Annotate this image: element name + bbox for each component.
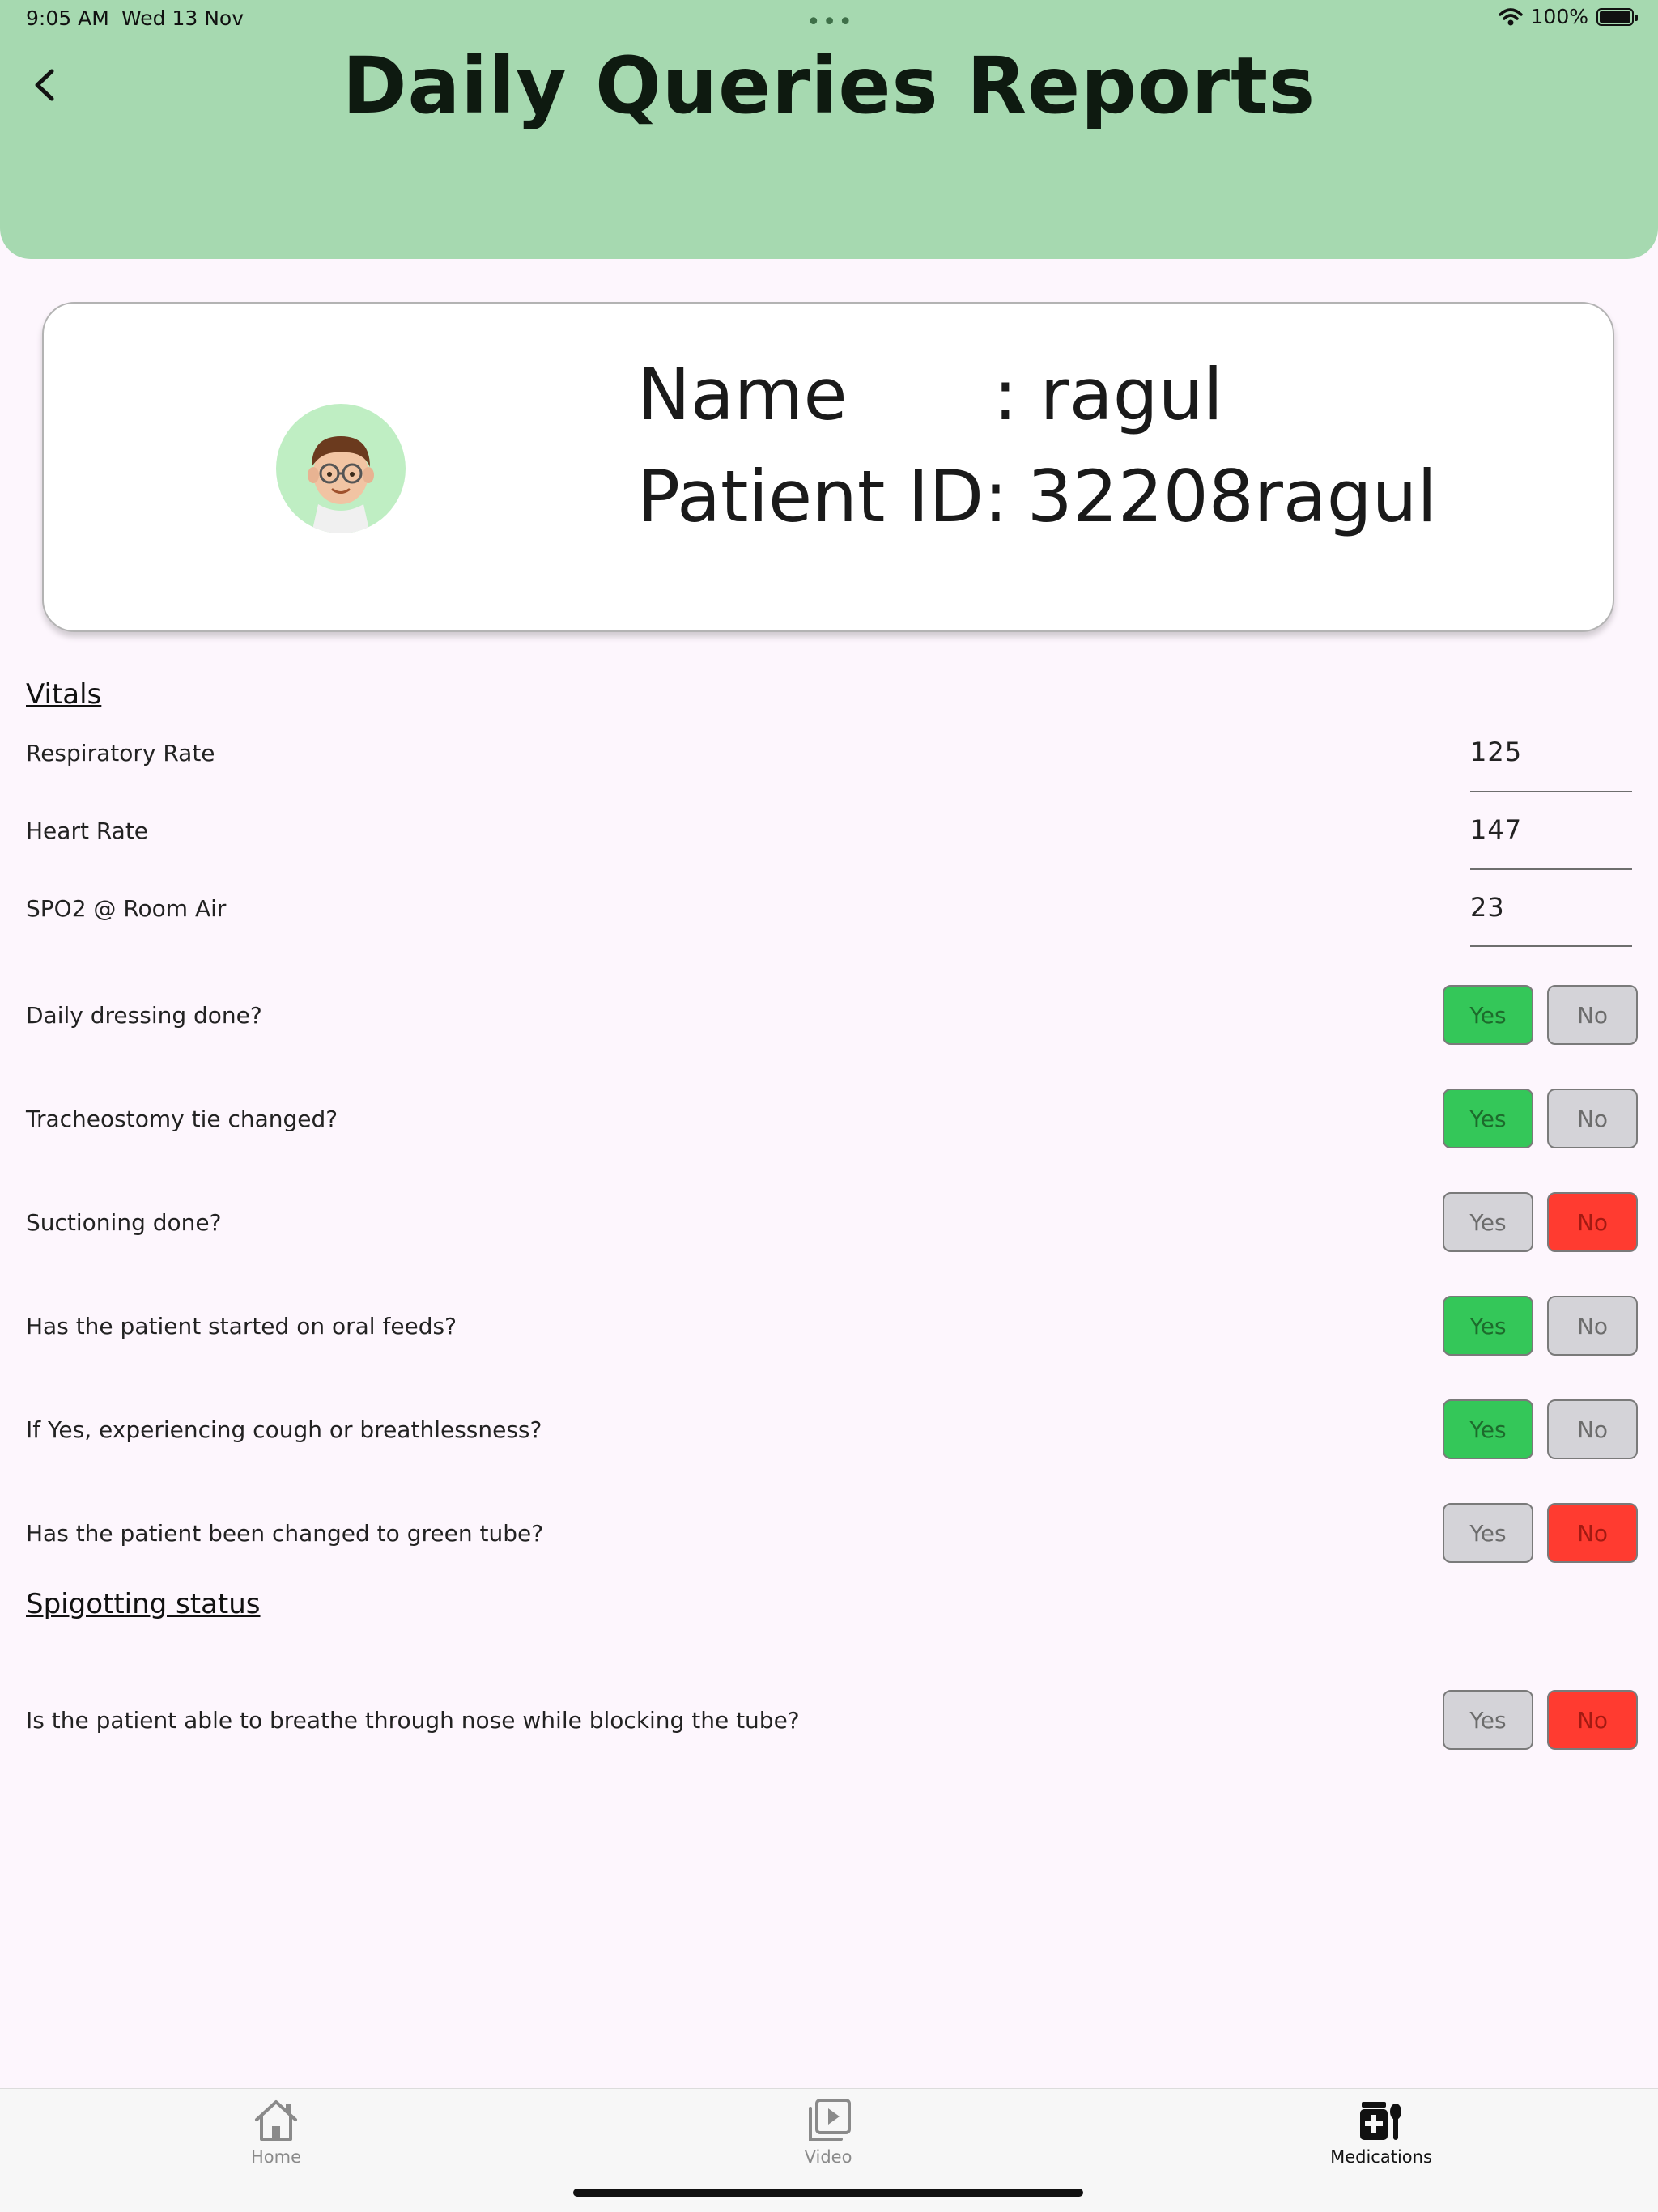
patient-id-label: Patient ID: — [637, 455, 1008, 538]
yes-button[interactable]: Yes — [1443, 1296, 1533, 1356]
question-label: If Yes, experiencing cough or breathless… — [26, 1416, 542, 1443]
home-indicator[interactable] — [573, 2189, 1083, 2197]
yes-button[interactable]: Yes — [1443, 1503, 1533, 1563]
question-label: Tracheostomy tie changed? — [26, 1106, 338, 1132]
patient-name-row: Name : ragul — [637, 344, 1437, 446]
patient-info: Name : ragul Patient ID: 32208ragul — [637, 344, 1437, 548]
battery-percent: 100% — [1530, 5, 1588, 28]
vital-label-heart-rate: Heart Rate — [26, 817, 149, 844]
yes-button[interactable]: Yes — [1443, 1089, 1533, 1148]
vital-input-respiratory-rate[interactable]: 125 — [1470, 737, 1522, 767]
vital-input-underline — [1470, 868, 1632, 870]
status-date: Wed 13 Nov — [121, 6, 244, 30]
no-button[interactable]: No — [1547, 1296, 1638, 1356]
no-button[interactable]: No — [1547, 1503, 1638, 1563]
question-label: Daily dressing done? — [26, 1002, 262, 1029]
tab-label: Home — [250, 2147, 301, 2167]
tab-label: Medications — [1330, 2147, 1432, 2167]
tab-label: Video — [804, 2147, 852, 2167]
vital-input-underline — [1470, 945, 1632, 947]
no-button[interactable]: No — [1547, 985, 1638, 1045]
vital-input-underline — [1470, 791, 1632, 792]
patient-id-value: 32208ragul — [1027, 455, 1437, 538]
patient-card: Name : ragul Patient ID: 32208ragul — [42, 302, 1614, 632]
no-button[interactable]: No — [1547, 1089, 1638, 1148]
question-label: Is the patient able to breathe through n… — [26, 1707, 800, 1734]
memoji-avatar-icon — [308, 436, 374, 533]
question-label: Suctioning done? — [26, 1209, 222, 1236]
vital-label-spo2: SPO2 @ Room Air — [26, 895, 227, 922]
name-label: Name — [637, 353, 848, 436]
avatar — [276, 404, 406, 533]
vitals-section-title: Vitals — [26, 678, 102, 711]
battery-icon — [1596, 7, 1638, 26]
medications-icon — [1360, 2102, 1401, 2140]
vital-label-respiratory-rate: Respiratory Rate — [26, 740, 215, 766]
tab-home[interactable]: Home — [179, 2089, 373, 2178]
video-library-icon — [809, 2099, 851, 2141]
vital-input-heart-rate[interactable]: 147 — [1470, 814, 1522, 845]
question-label: Has the patient started on oral feeds? — [26, 1313, 457, 1340]
tab-video[interactable]: Video — [731, 2089, 925, 2178]
patient-id-row: Patient ID: 32208ragul — [637, 446, 1437, 548]
wifi-icon — [1498, 7, 1523, 25]
no-button[interactable]: No — [1547, 1192, 1638, 1252]
status-time: 9:05 AM — [26, 6, 109, 30]
vital-input-spo2[interactable]: 23 — [1470, 892, 1505, 923]
no-button[interactable]: No — [1547, 1399, 1638, 1459]
header: 9:05 AM Wed 13 Nov ••• 100% Daily Querie… — [0, 0, 1658, 259]
yes-button[interactable]: Yes — [1443, 1192, 1533, 1252]
tab-medications[interactable]: Medications — [1284, 2089, 1478, 2178]
multitasking-dots-icon[interactable]: ••• — [806, 8, 854, 36]
yes-button[interactable]: Yes — [1443, 985, 1533, 1045]
patient-name: : ragul — [993, 353, 1223, 436]
status-right: 100% — [1498, 5, 1638, 28]
no-button[interactable]: No — [1547, 1690, 1638, 1750]
yes-button[interactable]: Yes — [1443, 1690, 1533, 1750]
home-icon — [255, 2100, 297, 2141]
spigotting-section-title: Spigotting status — [26, 1588, 261, 1620]
page-title: Daily Queries Reports — [342, 40, 1316, 131]
yes-button[interactable]: Yes — [1443, 1399, 1533, 1459]
question-label: Has the patient been changed to green tu… — [26, 1520, 544, 1547]
